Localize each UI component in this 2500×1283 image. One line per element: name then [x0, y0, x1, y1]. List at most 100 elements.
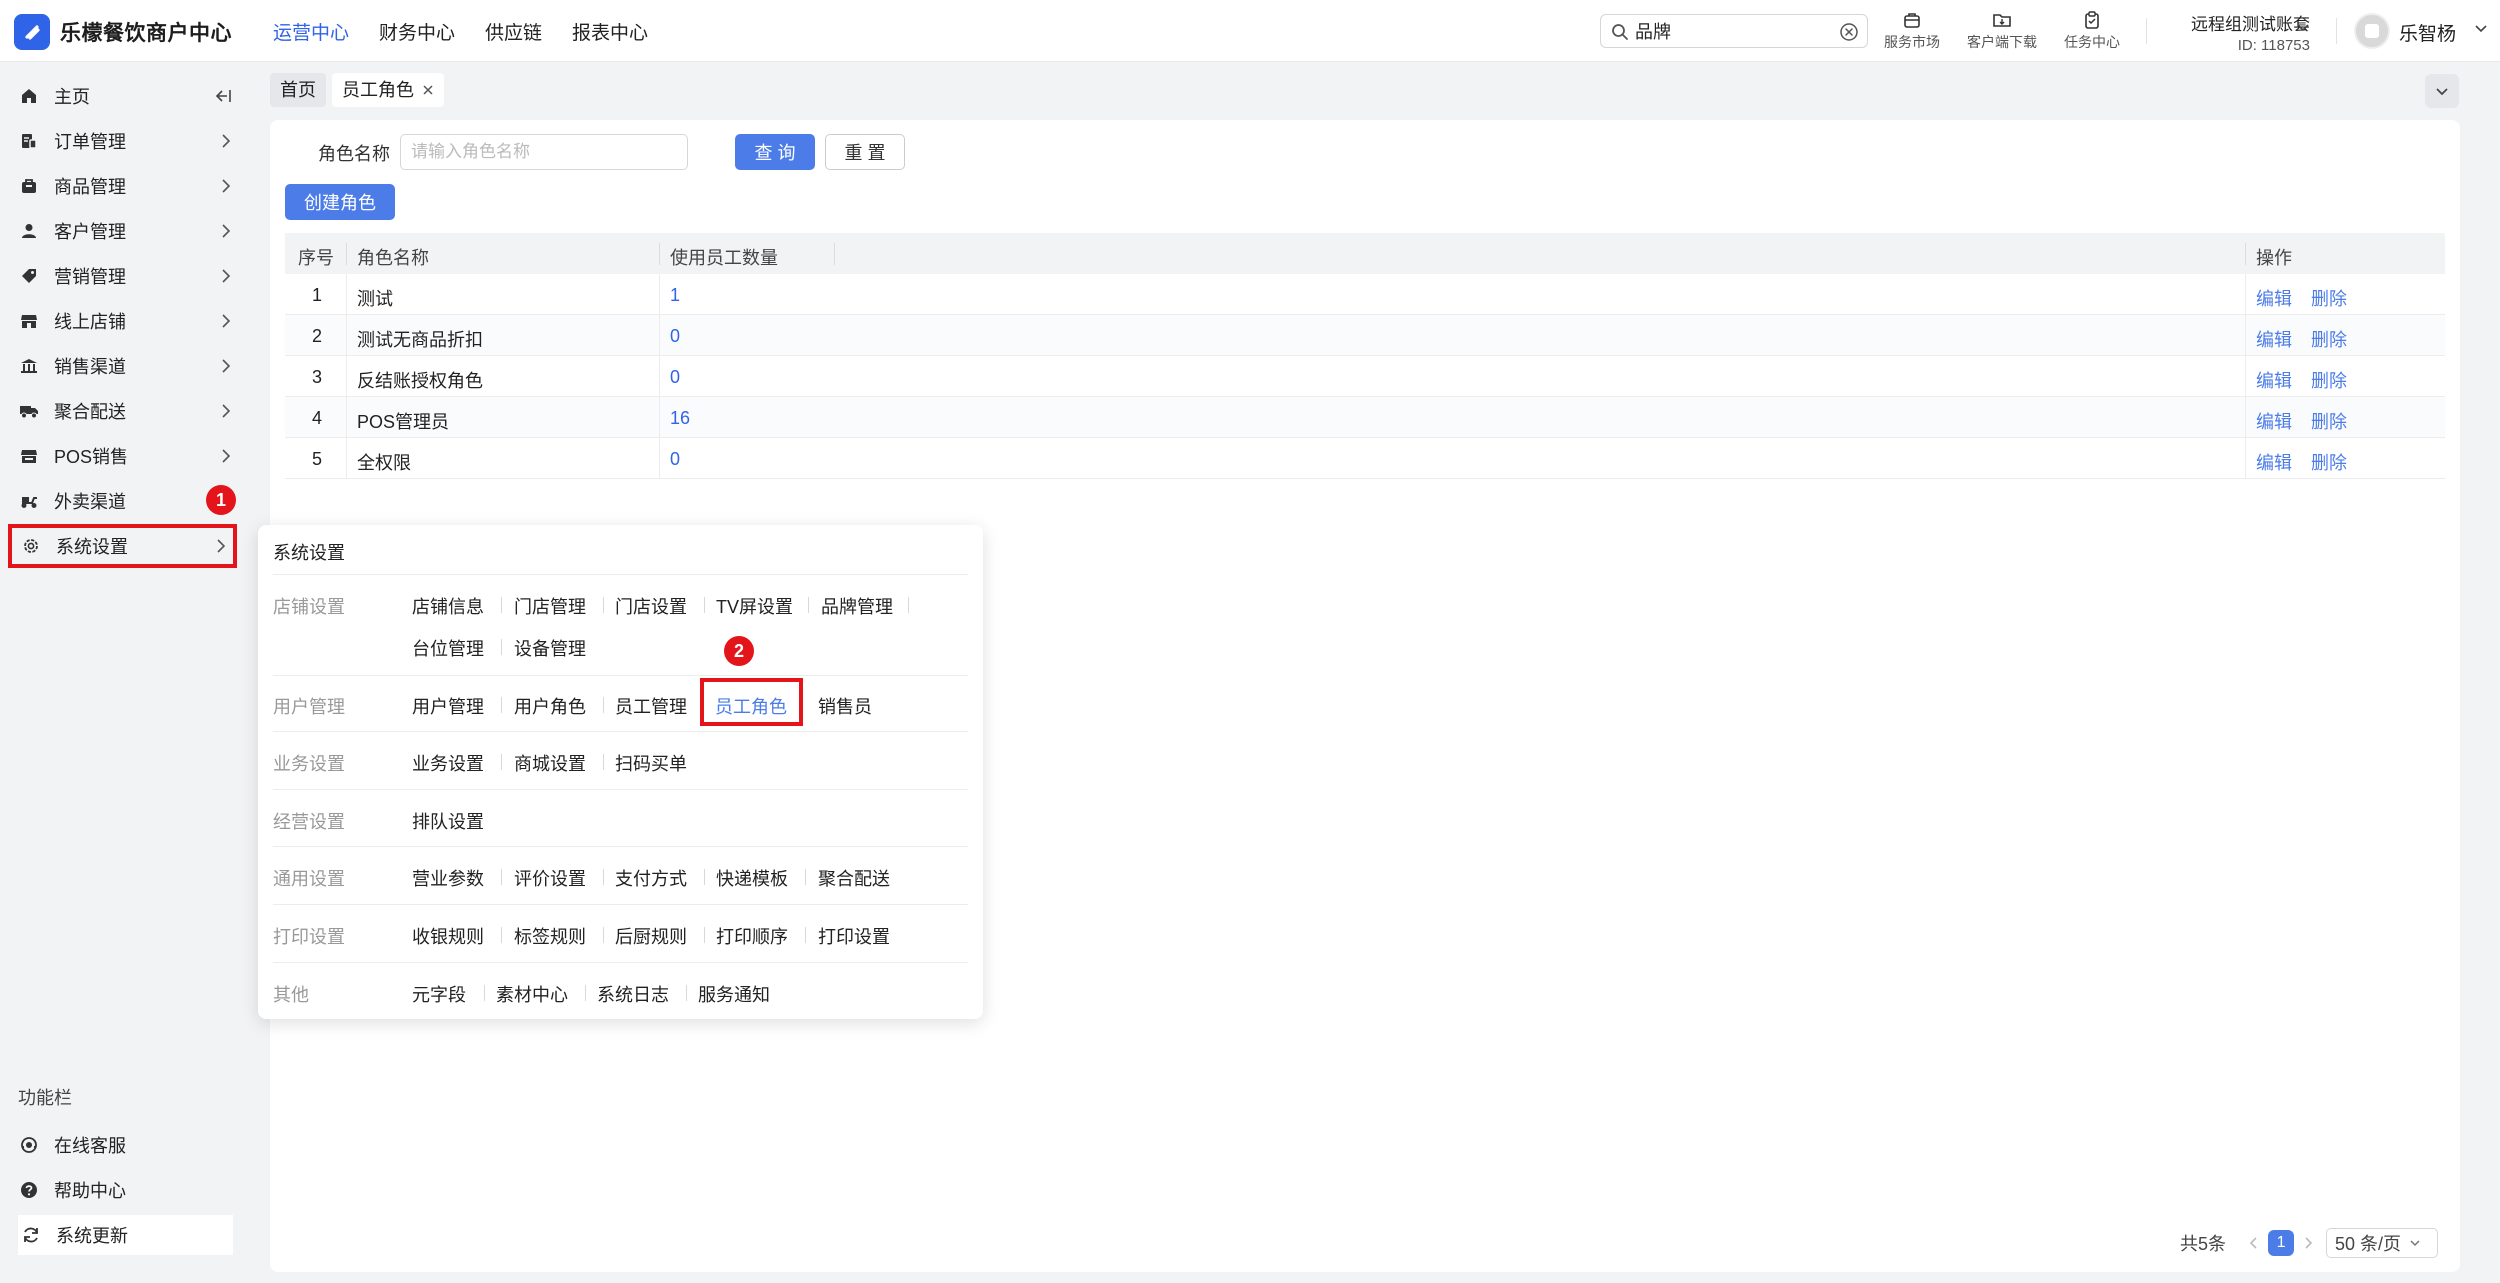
sidebar-item-system-settings[interactable]: 系统设置 [8, 524, 237, 568]
cell-employee-count[interactable]: 16 [670, 408, 690, 429]
menu-link-cashier-rules[interactable]: 收银规则 [412, 923, 484, 949]
menu-link-salesperson[interactable]: 销售员 [818, 693, 872, 719]
sidebar-item-sales-channel[interactable]: 销售渠道 [10, 346, 238, 386]
task-center-button[interactable]: 任务中心 [2056, 10, 2128, 52]
menu-link-table-manage[interactable]: 台位管理 [412, 635, 484, 661]
table-header: 序号 角色名称 使用员工数量 操作 [285, 233, 2445, 274]
chevron-left-icon[interactable] [2248, 1236, 2260, 1250]
sidebar-item-system-update[interactable]: 系统更新 [18, 1215, 233, 1255]
pagination-total: 共5条 [2180, 1234, 2227, 1254]
menu-link-store-settings[interactable]: 门店设置 [615, 593, 687, 619]
sidebar-item-delivery[interactable]: 聚合配送 [10, 391, 238, 431]
delete-link[interactable]: 删除 [2311, 326, 2347, 352]
sidebar-item-online-service[interactable]: 在线客服 [10, 1125, 238, 1165]
cell-no: 4 [312, 408, 323, 428]
search-input[interactable] [1635, 20, 1825, 42]
sidebar-item-marketing[interactable]: 营销管理 [10, 256, 238, 296]
sidebar-item-customers[interactable]: 客户管理 [10, 211, 238, 251]
tab-home[interactable]: 首页 [270, 73, 326, 107]
sidebar-item-goods[interactable]: 商品管理 [10, 166, 238, 206]
menu-link-employee-manage[interactable]: 员工管理 [615, 693, 687, 719]
service-market-button[interactable]: 服务市场 [1876, 10, 1948, 52]
chevron-down-icon[interactable] [2296, 20, 2310, 34]
menu-link-system-log[interactable]: 系统日志 [597, 981, 669, 1007]
nav-operation-center[interactable]: 运营中心 [273, 18, 349, 45]
reset-button[interactable]: 重 置 [825, 134, 905, 170]
panel-divider [273, 904, 968, 905]
menu-link-tv-screen[interactable]: TV屏设置 [716, 593, 793, 619]
link-separator [501, 927, 502, 943]
cell-employee-count[interactable]: 0 [670, 326, 680, 347]
edit-link[interactable]: 编辑 [2256, 326, 2292, 352]
nav-report-center[interactable]: 报表中心 [572, 18, 648, 45]
client-download-button[interactable]: 客户端下载 [1966, 10, 2038, 52]
account-switcher[interactable]: 远程组测试账套 ID: 118753 [2140, 10, 2310, 54]
menu-link-print-order[interactable]: 打印顺序 [716, 923, 788, 949]
cell-no: 3 [312, 367, 323, 387]
cell-employee-count[interactable]: 0 [670, 367, 680, 388]
collapse-sidebar-icon[interactable] [214, 88, 232, 104]
chevron-down-icon[interactable] [2474, 21, 2488, 35]
close-icon[interactable] [422, 84, 434, 96]
menu-link-aggregate-delivery[interactable]: 聚合配送 [818, 865, 890, 891]
page-number-current[interactable]: 1 [2268, 1230, 2295, 1256]
query-button[interactable]: 查 询 [735, 134, 815, 170]
sidebar-item-orders[interactable]: 订单管理 [10, 121, 238, 161]
edit-link[interactable]: 编辑 [2256, 408, 2292, 434]
sidebar-item-help-center[interactable]: 帮助中心 [10, 1170, 238, 1210]
sidebar-item-pos-sales[interactable]: POS销售 [10, 436, 238, 476]
cell-employee-count[interactable]: 0 [670, 449, 680, 470]
menu-link-store-info[interactable]: 店铺信息 [412, 593, 484, 619]
menu-link-business-settings[interactable]: 业务设置 [412, 750, 484, 776]
logo[interactable]: 乐檬餐饮商户中心 [14, 14, 232, 50]
menu-link-review-settings[interactable]: 评价设置 [514, 865, 586, 891]
logo-icon [14, 14, 50, 50]
chevron-right-icon[interactable] [2302, 1236, 2314, 1250]
menu-link-mall-settings[interactable]: 商城设置 [514, 750, 586, 776]
sidebar-item-online-store[interactable]: 线上店铺 [10, 301, 238, 341]
delete-link[interactable]: 删除 [2311, 408, 2347, 434]
menu-link-express-template[interactable]: 快递模板 [716, 865, 788, 891]
clear-icon[interactable] [1839, 22, 1859, 42]
menu-link-user-manage[interactable]: 用户管理 [412, 693, 484, 719]
menu-link-brand-manage[interactable]: 品牌管理 [821, 593, 893, 619]
menu-link-label-rules[interactable]: 标签规则 [514, 923, 586, 949]
menu-link-service-notice[interactable]: 服务通知 [698, 981, 770, 1007]
menu-link-device-manage[interactable]: 设备管理 [514, 635, 586, 661]
top-nav: 运营中心 财务中心 供应链 报表中心 [273, 18, 678, 45]
page-size-select[interactable]: 50 条/页 [2326, 1228, 2439, 1258]
tab-employee-role[interactable]: 员工角色 [332, 73, 444, 107]
create-role-button[interactable]: 创建角色 [285, 184, 395, 220]
menu-link-queue-settings[interactable]: 排队设置 [412, 808, 484, 834]
delete-link[interactable]: 删除 [2311, 285, 2347, 311]
menu-link-employee-role[interactable]: 员工角色 [715, 693, 787, 719]
link-separator [908, 597, 909, 613]
menu-link-store-manage[interactable]: 门店管理 [514, 593, 586, 619]
nav-finance-center[interactable]: 财务中心 [379, 18, 455, 45]
delete-link[interactable]: 删除 [2311, 449, 2347, 475]
sidebar-item-home[interactable]: 主页 [10, 76, 238, 116]
chevron-right-icon [217, 539, 226, 553]
cell-employee-count[interactable]: 1 [670, 285, 680, 306]
menu-link-user-role[interactable]: 用户角色 [514, 693, 586, 719]
menu-link-print-settings[interactable]: 打印设置 [818, 923, 890, 949]
menu-link-business-params[interactable]: 营业参数 [412, 865, 484, 891]
nav-supply-chain[interactable]: 供应链 [485, 18, 542, 45]
user-name[interactable]: 乐智杨 [2399, 19, 2456, 46]
avatar[interactable] [2354, 13, 2390, 49]
sidebar-item-takeout[interactable]: 外卖渠道 [10, 481, 238, 521]
link-separator [704, 597, 705, 613]
delete-link[interactable]: 删除 [2311, 367, 2347, 393]
menu-link-scan-pay[interactable]: 扫码买单 [615, 750, 687, 776]
column-divider [346, 243, 347, 265]
role-name-input[interactable] [400, 134, 688, 170]
chevron-right-icon [222, 449, 231, 463]
menu-link-meta-fields[interactable]: 元字段 [412, 981, 466, 1007]
edit-link[interactable]: 编辑 [2256, 449, 2292, 475]
edit-link[interactable]: 编辑 [2256, 285, 2292, 311]
tabs-menu-button[interactable] [2425, 74, 2459, 108]
edit-link[interactable]: 编辑 [2256, 367, 2292, 393]
menu-link-payment-methods[interactable]: 支付方式 [615, 865, 687, 891]
menu-link-kitchen-rules[interactable]: 后厨规则 [615, 923, 687, 949]
menu-link-asset-center[interactable]: 素材中心 [496, 981, 568, 1007]
